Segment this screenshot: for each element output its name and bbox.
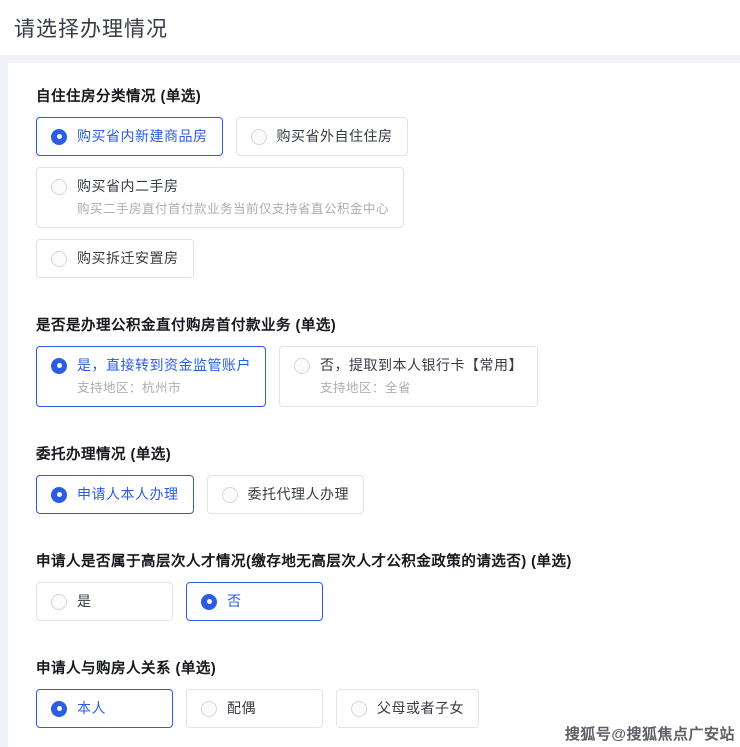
radio-unselected-icon	[51, 178, 67, 195]
radio-option-secondhand-house[interactable]: 购买省内二手房 购买二手房直付首付款业务当前仅支持省直公积金中心	[36, 167, 405, 228]
section-label: 委托办理情况 (单选)	[36, 447, 172, 463]
radio-unselected-icon	[250, 128, 267, 145]
radio-option-agent-handle[interactable]: 委托代理人办理	[206, 475, 364, 514]
section-label: 申请人是否属于高层次人才情况(缴存地无高层次人才公积金政策的请选否) (单选)	[36, 554, 572, 570]
option-subtitle: 支持地区：全省	[320, 381, 412, 395]
sohu-watermark: 搜狐号@搜狐焦点广安站	[564, 726, 735, 743]
radio-option-out-of-province-house[interactable]: 购买省外自住住房	[235, 117, 408, 156]
radio-selected-icon	[51, 128, 67, 145]
radio-selected-icon	[51, 486, 67, 503]
option-row: 是 否	[36, 582, 712, 621]
section-delegation: 委托办理情况 (单选) 申请人本人办理 委托代理人办理	[36, 447, 712, 514]
option-label: 本人	[77, 700, 106, 716]
radio-unselected-icon	[51, 250, 67, 267]
radio-option-talent-no[interactable]: 否	[186, 582, 323, 621]
option-row: 购买省内二手房 购买二手房直付首付款业务当前仅支持省直公积金中心	[36, 167, 712, 228]
radio-option-yes-supervised-account[interactable]: 是，直接转到资金监管账户 支持地区：杭州市	[36, 346, 266, 407]
radio-option-resettlement-house[interactable]: 购买拆迁安置房	[36, 239, 194, 278]
section-label: 是否是办理公积金直付购房首付款业务 (单选)	[36, 318, 337, 334]
section-direct-payment: 是否是办理公积金直付购房首付款业务 (单选) 是，直接转到资金监管账户 支持地区…	[36, 318, 712, 407]
form-card: 自住住房分类情况 (单选) 购买省内新建商品房 购买省外自住住房 购买省内二手房…	[8, 63, 740, 747]
radio-option-relation-parents-children[interactable]: 父母或者子女	[336, 689, 479, 728]
radio-unselected-icon	[221, 486, 238, 503]
option-row: 购买省内新建商品房 购买省外自住住房	[36, 117, 712, 156]
option-row: 申请人本人办理 委托代理人办理	[36, 475, 712, 514]
radio-option-relation-spouse[interactable]: 配偶	[186, 689, 323, 728]
option-label: 申请人本人办理	[77, 486, 179, 502]
radio-unselected-icon	[201, 700, 217, 717]
radio-option-no-bank-card[interactable]: 否，提取到本人银行卡【常用】 支持地区：全省	[279, 346, 538, 407]
page-header: 请选择办理情况	[0, 0, 740, 55]
section-housing-type: 自住住房分类情况 (单选) 购买省内新建商品房 购买省外自住住房 购买省内二手房…	[36, 89, 712, 278]
option-row: 购买拆迁安置房	[36, 239, 712, 278]
section-label: 申请人与购房人关系 (单选)	[36, 661, 217, 677]
section-high-level-talent: 申请人是否属于高层次人才情况(缴存地无高层次人才公积金政策的请选否) (单选) …	[36, 554, 712, 621]
option-subtitle: 支持地区：杭州市	[77, 381, 182, 395]
radio-option-relation-self[interactable]: 本人	[36, 689, 173, 728]
section-buyer-relationship: 申请人与购房人关系 (单选) 本人 配偶 父母或者子女	[36, 661, 712, 728]
option-label: 购买省外自住住房	[276, 128, 393, 144]
page: 请选择办理情况 自住住房分类情况 (单选) 购买省内新建商品房 购买省外自住住房	[0, 0, 740, 747]
radio-option-talent-yes[interactable]: 是	[36, 582, 173, 621]
section-label: 自住住房分类情况 (单选)	[36, 89, 202, 105]
option-subtitle: 购买二手房直付首付款业务当前仅支持省直公积金中心	[77, 202, 390, 216]
option-row: 是，直接转到资金监管账户 支持地区：杭州市 否，提取到本人银行卡【常用】 支持地…	[36, 346, 712, 407]
radio-unselected-icon	[294, 357, 310, 374]
option-label: 是	[77, 593, 92, 609]
radio-selected-icon	[201, 593, 217, 610]
page-title: 请选择办理情况	[14, 18, 168, 41]
radio-selected-icon	[51, 700, 67, 717]
option-label: 是，直接转到资金监管账户	[77, 357, 251, 373]
option-label: 否，提取到本人银行卡【常用】	[320, 357, 523, 373]
radio-unselected-icon	[51, 593, 67, 610]
radio-option-new-commodity-house[interactable]: 购买省内新建商品房	[36, 117, 223, 156]
option-label: 委托代理人办理	[247, 486, 349, 502]
radio-unselected-icon	[351, 700, 367, 717]
option-label: 购买省内二手房	[77, 178, 179, 194]
radio-selected-icon	[51, 357, 67, 374]
option-label: 配偶	[227, 700, 256, 716]
radio-option-self-handle[interactable]: 申请人本人办理	[36, 475, 194, 514]
option-label: 购买省内新建商品房	[77, 128, 208, 144]
option-label: 否	[227, 593, 242, 609]
option-label: 购买拆迁安置房	[77, 250, 179, 266]
option-label: 父母或者子女	[377, 700, 464, 716]
